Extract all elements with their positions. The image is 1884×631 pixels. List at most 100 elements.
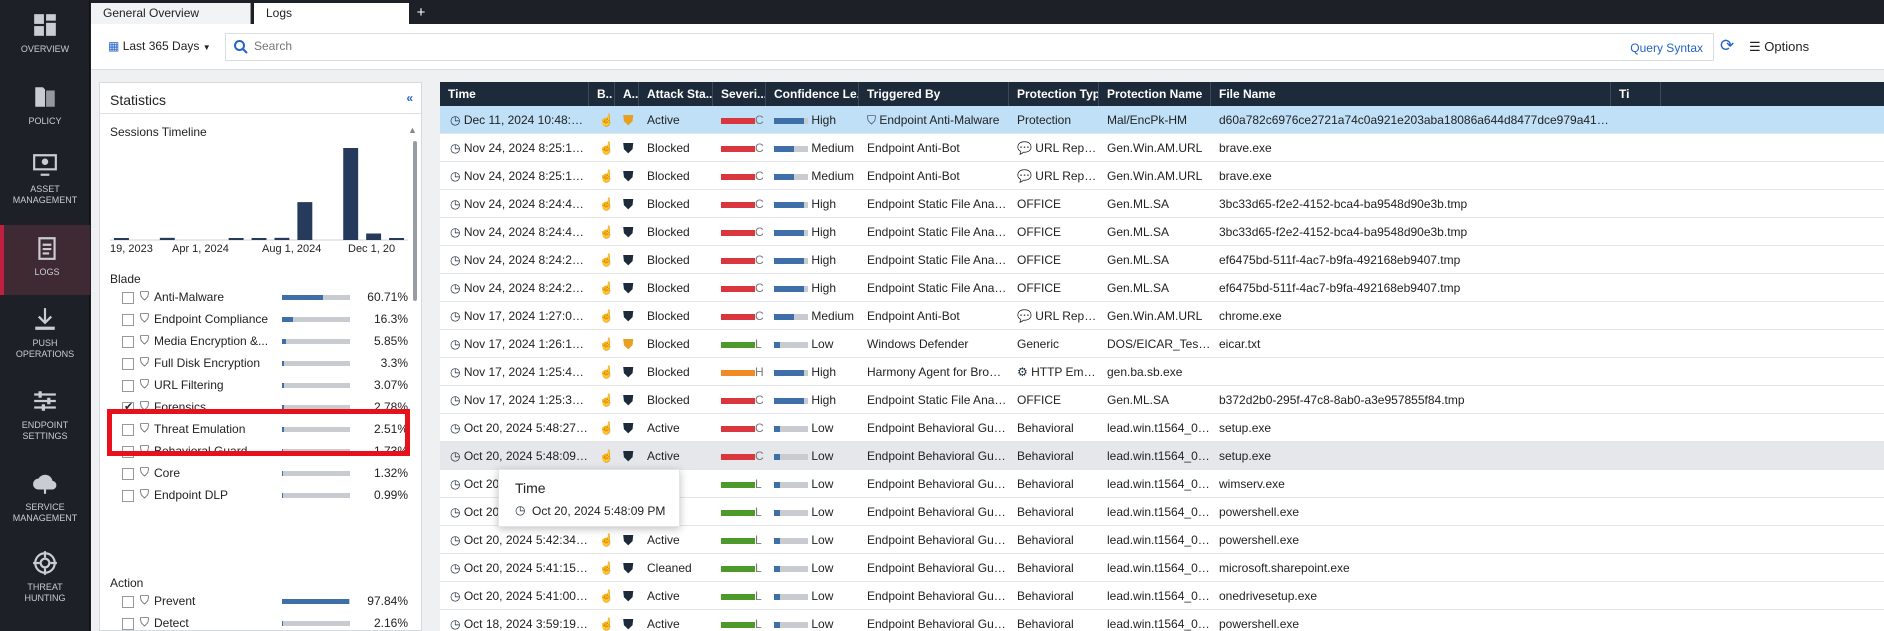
severity-bar <box>721 481 755 488</box>
stat-row[interactable]: ⛉ Endpoint Compliance 16.3% <box>112 308 412 330</box>
table-row[interactable]: ◷ Dec 11, 2024 10:48:09 ... ☝ ⛊ Active C Hig… <box>440 106 1884 134</box>
overview-icon <box>34 14 56 36</box>
column-header[interactable]: Severi... <box>713 82 766 106</box>
stat-row[interactable]: ✔ ⛉ Forensics 2.78% <box>112 396 412 418</box>
stat-row[interactable]: ⛉ Core 1.32% <box>112 462 412 484</box>
stat-bar-fill <box>282 427 284 432</box>
blade-cell: ☝ <box>599 246 619 274</box>
date-range-dropdown[interactable]: ▦ Last 365 Days ▼ <box>108 39 211 53</box>
nav-policy[interactable]: POLICY <box>0 84 90 154</box>
stat-row[interactable]: ⛉ Anti-Malware 60.71% <box>112 286 412 308</box>
tab-logs[interactable]: Logs <box>254 3 409 24</box>
table-row[interactable]: ◷ Nov 24, 2024 8:25:18 PM ☝ ⛊ Blocked C Medi… <box>440 134 1884 162</box>
table-row[interactable]: ◷ Oct 20, 2024 5:41:15 PM ☝ ⛊ Cleaned L Low E… <box>440 554 1884 582</box>
confidence-cell: Low <box>774 414 862 442</box>
column-header[interactable]: Attack Sta... <box>639 82 713 106</box>
timeline-bar[interactable] <box>228 238 244 240</box>
nav-threat-hunting[interactable]: THREAT HUNTING <box>0 550 90 620</box>
add-tab-button[interactable]: + <box>411 3 431 24</box>
table-row[interactable]: ◷ Nov 17, 2024 1:25:32 PM ☝ ⛊ Blocked C High… <box>440 386 1884 414</box>
time-cell: ◷ Nov 17, 2024 1:25:32 PM <box>450 386 589 414</box>
nav-endpoint-settings[interactable]: ENDPOINT SETTINGS <box>0 388 90 458</box>
triggered-by-cell: ⛉ Endpoint Anti-Malware <box>867 106 1009 134</box>
stat-row[interactable]: ⛉ Detect 2.16% <box>112 612 412 631</box>
stat-checkbox[interactable] <box>122 490 134 502</box>
timeline-bar[interactable] <box>251 238 267 240</box>
table-row[interactable]: ◷ Oct 20, 2024 5:42:34 PM ☝ ⛊ Active L Low En… <box>440 526 1884 554</box>
timeline-bar[interactable] <box>389 238 404 240</box>
options-menu[interactable]: ☰ Options <box>1749 39 1884 55</box>
file-name-text: eicar.txt <box>1219 337 1261 351</box>
column-header[interactable]: A.. <box>615 82 639 106</box>
refresh-icon[interactable]: ⟳ <box>1720 36 1734 56</box>
table-row[interactable]: ◷ Oct 20, 2024 5:41:00 PM ☝ ⛊ Active L Low En… <box>440 582 1884 610</box>
stat-checkbox[interactable] <box>122 596 134 608</box>
table-row[interactable]: ◷ Nov 24, 2024 8:25:18 PM ☝ ⛊ Blocked C Medi… <box>440 162 1884 190</box>
stat-row[interactable]: ⛉ Full Disk Encryption 3.3% <box>112 352 412 374</box>
timeline-bar[interactable] <box>343 148 359 240</box>
stat-row[interactable]: ⛉ Media Encryption &... 5.85% <box>112 330 412 352</box>
stat-checkbox[interactable] <box>122 468 134 480</box>
stat-checkbox[interactable]: ✔ <box>122 401 134 414</box>
stat-checkbox[interactable] <box>122 380 134 392</box>
table-row[interactable]: ◷ Nov 17, 2024 1:27:00 PM ☝ ⛊ Blocked C Medi… <box>440 302 1884 330</box>
protection-type-text: Behavioral <box>1017 449 1074 463</box>
stat-checkbox[interactable] <box>122 618 134 630</box>
table-row[interactable]: ◷ Oct 20, 2024 5:48:27 PM ☝ ⛊ Active C Low En… <box>440 414 1884 442</box>
table-row[interactable]: ◷ Nov 17, 2024 1:26:19 PM ☝ ⛊ Blocked L Low W… <box>440 330 1884 358</box>
nav-push-operations[interactable]: PUSH OPERATIONS <box>0 306 90 376</box>
timeline-bar[interactable] <box>366 233 382 240</box>
confidence-bar <box>774 425 808 432</box>
nav-service-management[interactable]: SERVICE MANAGEMENT <box>0 470 90 540</box>
table-row[interactable]: ◷ Nov 17, 2024 1:25:46 PM ☝ ⛊ Blocked H High… <box>440 358 1884 386</box>
nav-overview[interactable]: OVERVIEW <box>0 12 90 82</box>
confidence-bar <box>774 285 808 292</box>
search-input[interactable] <box>254 39 1254 53</box>
timeline-bar[interactable] <box>159 237 175 240</box>
stat-row[interactable]: ⛉ Behavioral Guard 1.73% <box>112 440 412 462</box>
stat-row[interactable]: ⛉ URL Filtering 3.07% <box>112 374 412 396</box>
query-syntax-link[interactable]: Query Syntax <box>1630 41 1703 55</box>
table-row[interactable]: ◷ Nov 24, 2024 8:24:29 PM ☝ ⛊ Blocked C High… <box>440 246 1884 274</box>
tab-general-overview[interactable]: General Overview <box>91 3 251 24</box>
protection-name-text: Gen.ML.SA <box>1107 393 1170 407</box>
table-row[interactable]: ◷ Oct 18, 2024 3:59:19 AM ☝ ⛊ Active L Low En… <box>440 610 1884 631</box>
table-row[interactable]: ◷ Nov 24, 2024 8:24:29 PM ☝ ⛊ Blocked C High… <box>440 274 1884 302</box>
stat-percent: 1.73% <box>373 444 408 458</box>
search-field[interactable]: Query Syntax <box>225 33 1714 61</box>
column-header[interactable]: Triggered By <box>859 82 1009 106</box>
table-row[interactable]: ◷ Oct 20, 2024 5:48:09 PM ☝ ⛊ Active C Low En… <box>440 442 1884 470</box>
stat-row[interactable]: ⛉ Prevent 97.84% <box>112 590 412 612</box>
attack-status-text: Blocked <box>647 253 690 267</box>
column-header[interactable]: B.. <box>589 82 615 106</box>
scrollbar-thumb[interactable] <box>413 141 417 301</box>
column-header[interactable]: File Name <box>1211 82 1611 106</box>
chat-bubble-icon: 💬 <box>1017 141 1032 155</box>
column-header[interactable]: Protection Name <box>1099 82 1211 106</box>
policy-icon <box>35 87 55 107</box>
column-header[interactable]: Ti <box>1611 82 1661 106</box>
severity-bar <box>721 201 755 208</box>
table-row[interactable]: ◷ Nov 24, 2024 8:24:45 PM ☝ ⛊ Blocked C High… <box>440 190 1884 218</box>
timeline-bar[interactable] <box>297 202 313 240</box>
stat-row[interactable]: ⛉ Endpoint DLP 0.99% <box>112 484 412 506</box>
stat-checkbox[interactable] <box>122 314 134 326</box>
stat-checkbox[interactable] <box>122 336 134 348</box>
column-header[interactable]: Confidence Le... <box>766 82 859 106</box>
clock-icon: ◷ <box>450 281 461 295</box>
file-name-text: powershell.exe <box>1219 505 1300 519</box>
timeline-bar[interactable] <box>274 237 290 240</box>
nav-asset-management[interactable]: ASSET MANAGEMENT <box>0 152 90 222</box>
stat-checkbox[interactable] <box>122 424 134 436</box>
collapse-panel-icon[interactable]: « <box>406 91 413 105</box>
stat-checkbox[interactable] <box>122 292 134 304</box>
timeline-bar[interactable] <box>114 238 129 240</box>
column-header[interactable]: Protection Type <box>1009 82 1099 106</box>
stat-checkbox[interactable] <box>122 358 134 370</box>
column-header[interactable]: Time <box>440 82 589 106</box>
stat-row[interactable]: ⛉ Threat Emulation 2.51% <box>112 418 412 440</box>
scroll-up-icon[interactable]: ▲ <box>408 125 417 135</box>
nav-logs[interactable]: LOGS <box>0 225 90 295</box>
table-row[interactable]: ◷ Nov 24, 2024 8:24:45 PM ☝ ⛊ Blocked C High… <box>440 218 1884 246</box>
stat-checkbox[interactable] <box>122 446 134 458</box>
